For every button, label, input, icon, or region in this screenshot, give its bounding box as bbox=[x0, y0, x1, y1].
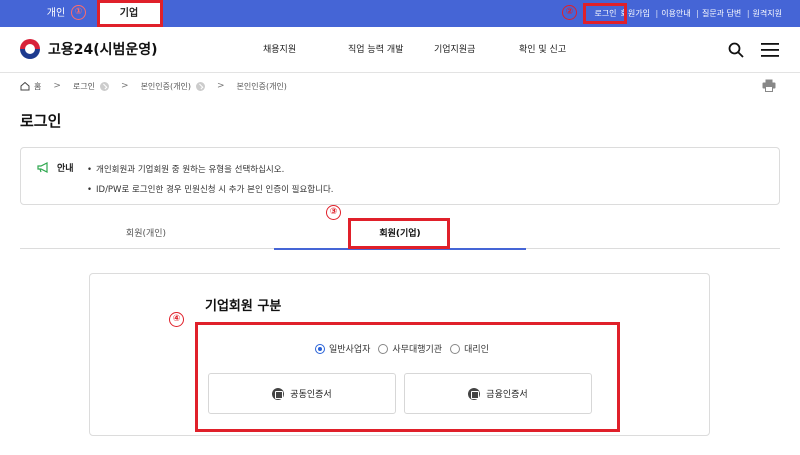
notice-label: 안내 bbox=[57, 164, 74, 174]
annotation-box-1 bbox=[97, 0, 163, 27]
page-title: 로그인 bbox=[20, 112, 62, 130]
annotation-number-3: ③ bbox=[326, 205, 341, 220]
notice-box: 안내 개인회원과 기업회원 중 원하는 유형을 선택하십시오. ID/PW로 로… bbox=[20, 147, 780, 205]
annotation-number-4: ④ bbox=[169, 312, 184, 327]
annotation-box-3 bbox=[348, 218, 450, 249]
megaphone-icon bbox=[37, 162, 48, 173]
nav-job-support[interactable]: 채용지원 bbox=[263, 27, 296, 73]
chevron-right-icon: > bbox=[121, 81, 129, 91]
breadcrumb: 홈 > 로그인 > 본인인증(개인) > 본인인증(개인) bbox=[20, 79, 287, 93]
search-icon[interactable] bbox=[728, 42, 744, 58]
annotation-box-2 bbox=[583, 3, 627, 24]
notice-item: ID/PW로 로그인한 경우 민원신청 시 추가 본인 인증이 필요합니다. bbox=[87, 180, 333, 200]
notice-list: 개인회원과 기업회원 중 원하는 유형을 선택하십시오. ID/PW로 로그인한… bbox=[87, 160, 333, 200]
taegeuk-logo-icon bbox=[20, 39, 40, 59]
breadcrumb-home[interactable]: 홈 bbox=[20, 81, 41, 92]
divider: | bbox=[655, 9, 659, 18]
chevron-right-icon: > bbox=[216, 81, 225, 91]
divider: | bbox=[696, 9, 699, 18]
guide-link[interactable]: 이용안내 bbox=[661, 0, 690, 27]
breadcrumb-identity-1[interactable]: 본인인증(개인) bbox=[141, 81, 205, 92]
site-logo-text: 고용24(시범운영) bbox=[48, 42, 158, 58]
notice-item: 개인회원과 기업회원 중 원하는 유형을 선택하십시오. bbox=[87, 160, 333, 180]
print-icon[interactable] bbox=[762, 79, 776, 92]
site-header: 고용24(시범운영) 채용지원 직업 능력 개발 기업지원금 확인 및 신고 bbox=[0, 27, 800, 73]
breadcrumb-identity-2: 본인인증(개인) bbox=[236, 81, 287, 91]
divider: | bbox=[746, 9, 750, 18]
annotation-box-4 bbox=[195, 322, 620, 432]
home-icon bbox=[20, 81, 30, 91]
qna-link[interactable]: 질문과 답변 bbox=[702, 0, 741, 27]
dropdown-toggle-icon[interactable] bbox=[195, 81, 205, 91]
annotation-number-2: ② bbox=[562, 5, 577, 20]
dropdown-toggle-icon[interactable] bbox=[100, 81, 110, 91]
hamburger-menu-icon[interactable] bbox=[761, 42, 779, 58]
nav-vocational-training[interactable]: 직업 능력 개발 bbox=[348, 27, 403, 73]
site-logo[interactable]: 고용24(시범운영) bbox=[20, 39, 158, 59]
nav-confirm-report[interactable]: 확인 및 신고 bbox=[519, 27, 566, 73]
remote-support-link[interactable]: 원격지원 bbox=[753, 0, 782, 27]
breadcrumb-login[interactable]: 로그인 bbox=[73, 81, 110, 92]
company-member-type-title: 기업회원 구분 bbox=[205, 299, 282, 314]
annotation-number-1: ① bbox=[71, 5, 86, 20]
chevron-right-icon: > bbox=[53, 81, 61, 91]
nav-company-subsidy[interactable]: 기업지원금 bbox=[434, 27, 475, 73]
tab-member-personal[interactable]: 회원(개인) bbox=[20, 220, 272, 249]
